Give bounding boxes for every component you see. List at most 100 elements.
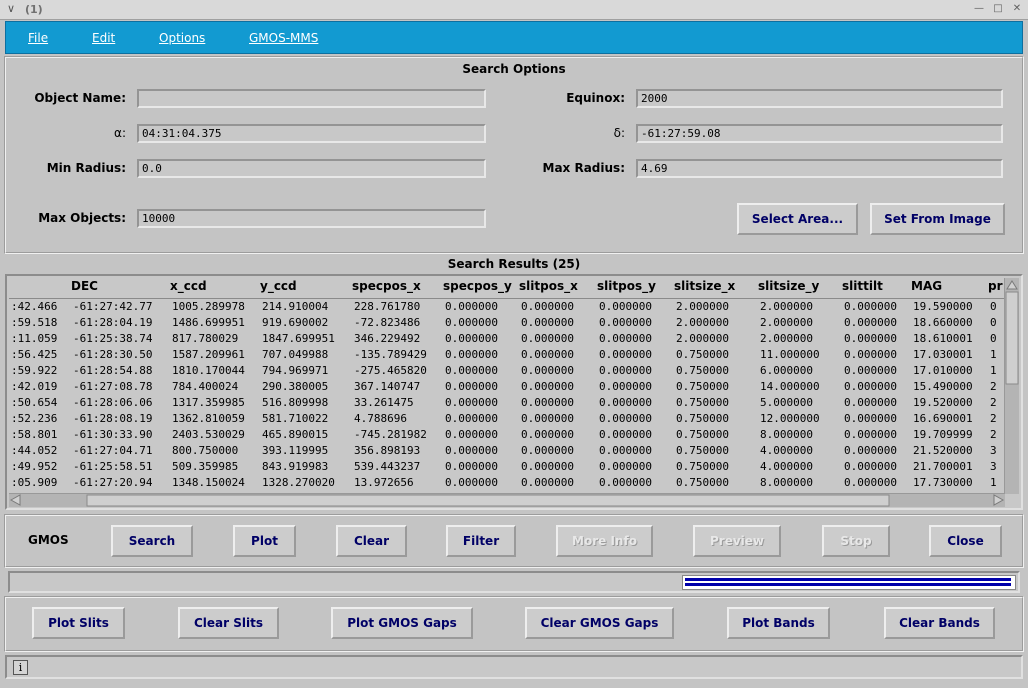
table-row[interactable]: :58.801 -61:30:33.90 2403.530029 465.890015… xyxy=(9,427,1004,443)
table-cell: -61:27:08.78 xyxy=(73,380,153,393)
table-row[interactable]: :11.059 -61:25:38.74 817.780029 1847.699951… xyxy=(9,331,1004,347)
table-cell: 0.000000 xyxy=(445,380,498,393)
column-header[interactable]: y_ccd xyxy=(260,279,297,293)
table-cell: :42.466 xyxy=(11,300,58,313)
column-header[interactable]: DEC xyxy=(71,279,98,293)
window-menu-chevron-icon[interactable]: ∨ xyxy=(4,2,18,16)
clear-bands-button[interactable]: Clear Bands xyxy=(884,607,995,639)
column-header[interactable]: slitpos_y xyxy=(597,279,656,293)
table-cell: 0.000000 xyxy=(599,412,652,425)
table-row[interactable]: :05.909 -61:27:20.94 1348.150024 1328.27002… xyxy=(9,475,1004,491)
table-cell: 0.000000 xyxy=(844,412,897,425)
table-cell: 0 xyxy=(990,300,997,313)
table-cell: :50.654 xyxy=(11,396,58,409)
results-rows: :42.466 -61:27:42.77 1005.289978 214.910004… xyxy=(9,298,1004,495)
table-cell: 2.000000 xyxy=(760,300,813,313)
table-cell: -61:28:54.88 xyxy=(73,364,153,377)
info-icon[interactable]: i xyxy=(13,660,28,675)
alpha-field[interactable]: 04:31:04.375 xyxy=(137,124,486,143)
filter-button[interactable]: Filter xyxy=(446,525,516,557)
min-radius-field[interactable]: 0.0 xyxy=(137,159,486,178)
table-cell: 19.709999 xyxy=(913,428,973,441)
table-row[interactable]: :59.922 -61:28:54.88 1810.170044 794.969971… xyxy=(9,363,1004,379)
table-cell: 0.000000 xyxy=(599,380,652,393)
table-row[interactable]: :44.052 -61:27:04.71 800.750000 393.119995 3… xyxy=(9,443,1004,459)
table-cell: 18.610001 xyxy=(913,332,973,345)
table-cell: 0.000000 xyxy=(445,332,498,345)
maximize-icon[interactable]: □ xyxy=(991,3,1005,16)
close-button[interactable]: Close xyxy=(929,525,1002,557)
table-cell: 16.690001 xyxy=(913,412,973,425)
vertical-scrollbar[interactable] xyxy=(1004,278,1019,494)
table-cell: 1317.359985 xyxy=(172,396,245,409)
table-cell: 919.690002 xyxy=(262,316,329,329)
close-window-icon[interactable]: ✕ xyxy=(1010,3,1024,16)
menu-file[interactable]: File xyxy=(28,31,48,45)
table-cell: 0.000000 xyxy=(521,332,574,345)
stop-button[interactable]: Stop xyxy=(822,525,890,557)
object-name-field[interactable] xyxy=(137,89,486,108)
max-radius-field[interactable]: 4.69 xyxy=(636,159,1003,178)
table-row[interactable]: :59.518 -61:28:04.19 1486.699951 919.690002… xyxy=(9,315,1004,331)
delta-field[interactable]: -61:27:59.08 xyxy=(636,124,1003,143)
table-cell: 4.788696 xyxy=(354,412,407,425)
table-row[interactable]: :52.236 -61:28:08.19 1362.810059 581.710022… xyxy=(9,411,1004,427)
table-cell: -61:27:42.77 xyxy=(73,300,153,313)
plot-gmos-gaps-button[interactable]: Plot GMOS Gaps xyxy=(331,607,473,639)
table-cell: 0.000000 xyxy=(445,428,498,441)
column-header[interactable]: slitsize_x xyxy=(674,279,735,293)
table-cell: 0.000000 xyxy=(521,364,574,377)
table-row[interactable]: :56.425 -61:28:30.50 1587.209961 707.049988… xyxy=(9,347,1004,363)
more-info-button[interactable]: More Info xyxy=(556,525,653,557)
table-row[interactable]: :49.952 -61:25:58.51 509.359985 843.919983 5… xyxy=(9,459,1004,475)
clear-slits-button[interactable]: Clear Slits xyxy=(178,607,279,639)
table-cell: 2.000000 xyxy=(676,300,729,313)
menu-gmos-mms[interactable]: GMOS-MMS xyxy=(249,31,318,45)
table-cell: 0.000000 xyxy=(445,364,498,377)
column-header[interactable]: slitsize_y xyxy=(758,279,819,293)
preview-button[interactable]: Preview xyxy=(693,525,781,557)
menu-options[interactable]: Options xyxy=(159,31,205,45)
table-cell: 0.000000 xyxy=(445,300,498,313)
search-options-title: Search Options xyxy=(462,62,566,76)
table-cell: 356.898193 xyxy=(354,444,421,457)
column-header[interactable]: x_ccd xyxy=(170,279,207,293)
column-header[interactable]: slitpos_x xyxy=(519,279,578,293)
table-cell: :05.909 xyxy=(11,476,58,489)
table-cell: 346.229492 xyxy=(354,332,421,345)
minimize-icon[interactable]: — xyxy=(972,3,986,16)
menu-edit[interactable]: Edit xyxy=(92,31,115,45)
table-row[interactable]: :50.654 -61:28:06.06 1317.359985 516.809998… xyxy=(9,395,1004,411)
table-cell: :58.801 xyxy=(11,428,58,441)
table-row[interactable]: :42.466 -61:27:42.77 1005.289978 214.910004… xyxy=(9,299,1004,315)
set-from-image-button[interactable]: Set From Image xyxy=(870,203,1005,235)
horizontal-scrollbar[interactable] xyxy=(9,493,1005,507)
clear-gmos-gaps-button[interactable]: Clear GMOS Gaps xyxy=(525,607,674,639)
table-cell: 0.000000 xyxy=(445,412,498,425)
table-cell: 0.000000 xyxy=(844,428,897,441)
menu-bar: File Edit Options GMOS-MMS xyxy=(5,21,1023,54)
plot-button[interactable]: Plot xyxy=(233,525,296,557)
table-cell: 516.809998 xyxy=(262,396,329,409)
table-cell: 19.590000 xyxy=(913,300,973,313)
column-header[interactable]: pr xyxy=(988,279,1003,293)
table-cell: 0.000000 xyxy=(844,348,897,361)
table-cell: 0 xyxy=(990,332,997,345)
column-header[interactable]: MAG xyxy=(911,279,942,293)
table-row[interactable]: :42.019 -61:27:08.78 784.400024 290.380005 3… xyxy=(9,379,1004,395)
column-header[interactable]: slittilt xyxy=(842,279,883,293)
select-area-button[interactable]: Select Area... xyxy=(737,203,858,235)
column-header[interactable]: specpos_y xyxy=(443,279,512,293)
search-button[interactable]: Search xyxy=(111,525,193,557)
table-cell: 2.000000 xyxy=(760,316,813,329)
clear-button[interactable]: Clear xyxy=(336,525,407,557)
table-cell: 0.000000 xyxy=(445,444,498,457)
max-objects-field[interactable]: 10000 xyxy=(137,209,486,228)
table-cell: 0.000000 xyxy=(844,332,897,345)
column-header[interactable]: specpos_x xyxy=(352,279,421,293)
plot-slits-button[interactable]: Plot Slits xyxy=(32,607,125,639)
equinox-field[interactable]: 2000 xyxy=(636,89,1003,108)
plot-bands-button[interactable]: Plot Bands xyxy=(727,607,830,639)
table-cell: 707.049988 xyxy=(262,348,329,361)
table-cell: 2403.530029 xyxy=(172,428,245,441)
